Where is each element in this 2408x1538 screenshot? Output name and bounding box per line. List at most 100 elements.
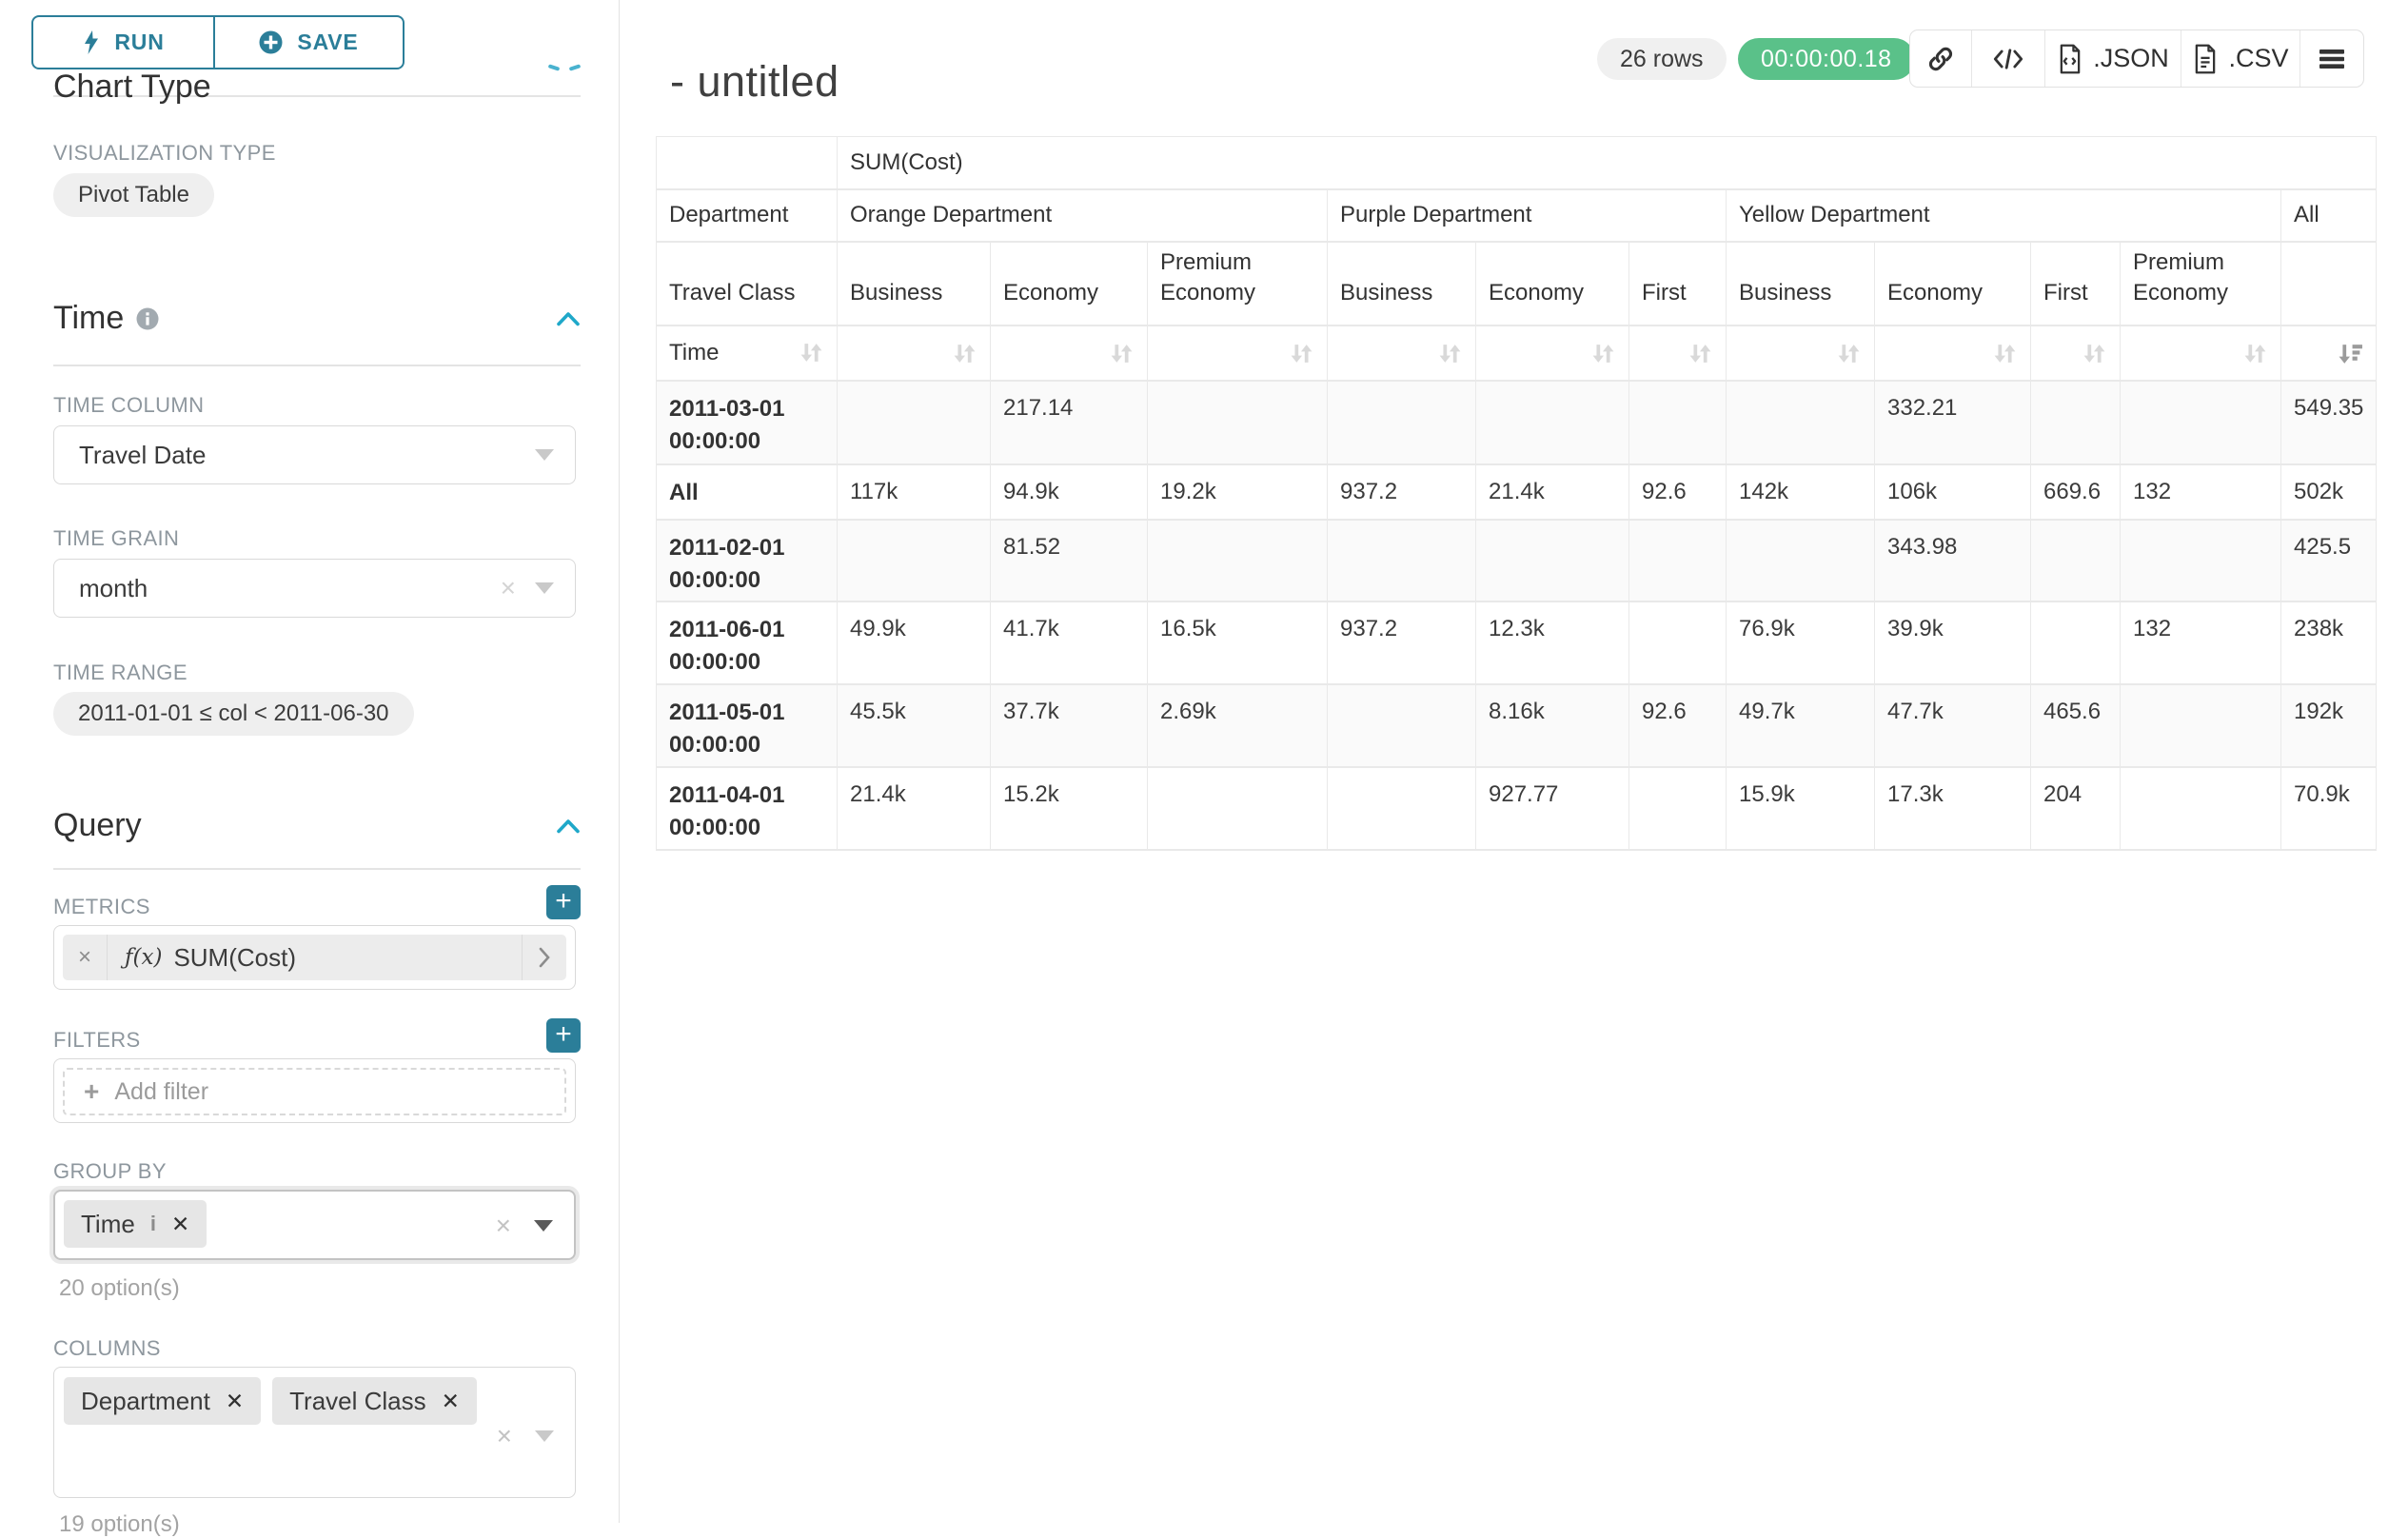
run-button[interactable]: RUN — [31, 15, 215, 69]
pivot-cell: 19.2k — [1148, 464, 1328, 520]
chevron-down-icon[interactable] — [534, 1220, 553, 1232]
table-row: 2011-04-01 00:00:0021.4k15.2k927.7715.9k… — [657, 767, 2377, 850]
menu-button[interactable] — [2299, 30, 2363, 87]
metric-item[interactable]: × ƒ(x) SUM(Cost) — [63, 935, 566, 980]
time-dimension-cell: Time — [669, 340, 824, 366]
chevron-down-icon[interactable] — [535, 1430, 554, 1442]
add-filter-button[interactable]: + — [546, 1018, 581, 1053]
export-json-button[interactable]: .JSON — [2044, 30, 2181, 87]
remove-chip-icon[interactable]: ✕ — [226, 1389, 244, 1414]
info-icon[interactable]: i — [150, 1212, 156, 1236]
hamburger-icon — [2318, 48, 2346, 70]
sort-cell — [2031, 325, 2121, 381]
pivot-cell: 2.69k — [1148, 684, 1328, 767]
csv-file-icon — [2192, 44, 2219, 74]
time-column-select[interactable]: Travel Date — [53, 425, 576, 484]
chip-label: Travel Class — [289, 1387, 426, 1416]
columns-select[interactable]: Department ✕ Travel Class ✕ × — [53, 1367, 576, 1498]
clear-icon[interactable]: × — [497, 1423, 512, 1449]
share-link-button[interactable] — [1910, 30, 1971, 87]
view-query-button[interactable] — [1971, 30, 2044, 87]
time-range-value[interactable]: 2011-01-01 ≤ col < 2011-06-30 — [53, 692, 414, 736]
class-header-cell — [2281, 242, 2377, 325]
row-label-cell: 2011-02-01 00:00:00 — [657, 520, 838, 601]
sort-toggle-icon[interactable] — [1590, 341, 1616, 366]
pivot-cell — [1629, 381, 1727, 464]
sort-toggle-icon[interactable] — [952, 341, 977, 366]
group-by-options-hint: 20 option(s) — [59, 1275, 180, 1302]
pivot-cell: 49.9k — [838, 601, 991, 684]
pivot-cell: 49.7k — [1727, 684, 1875, 767]
pivot-cell: 669.6 — [2031, 464, 2121, 520]
selected-chip[interactable]: Timei✕ — [64, 1200, 207, 1248]
time-section-title: Time — [53, 300, 124, 337]
sort-toggle-icon[interactable] — [1289, 341, 1314, 366]
filters-label: FILTERS — [53, 1028, 141, 1053]
sort-cell — [2281, 325, 2377, 381]
pivot-cell: 549.35 — [2281, 381, 2377, 464]
sort-toggle-icon[interactable] — [799, 340, 824, 365]
clear-icon[interactable]: × — [496, 1213, 511, 1239]
pivot-cell — [2031, 520, 2121, 601]
remove-chip-icon[interactable]: ✕ — [442, 1389, 460, 1414]
pivot-cell: 76.9k — [1727, 601, 1875, 684]
pivot-cell — [2121, 684, 2281, 767]
clear-icon[interactable]: × — [501, 575, 516, 601]
sort-cell — [2121, 325, 2281, 381]
row-label-cell: 2011-03-01 00:00:00 — [657, 381, 838, 464]
time-grain-select[interactable]: month × — [53, 559, 576, 618]
pivot-cell — [838, 381, 991, 464]
expand-metric-button[interactable] — [522, 935, 566, 980]
pivot-cell — [838, 520, 991, 601]
table-row: 2011-05-01 00:00:0045.5k37.7k2.69k8.16k9… — [657, 684, 2377, 767]
pivot-cell: 343.98 — [1875, 520, 2031, 601]
pivot-cell: 937.2 — [1328, 464, 1476, 520]
visualization-type-value[interactable]: Pivot Table — [53, 173, 214, 217]
chart-title[interactable]: - untitled — [670, 57, 839, 107]
selected-chip[interactable]: Travel Class ✕ — [272, 1377, 477, 1425]
pivot-cell: 217.14 — [991, 381, 1148, 464]
remove-metric-icon[interactable]: × — [63, 935, 108, 980]
collapse-chevron-icon[interactable] — [556, 310, 581, 327]
sort-toggle-icon[interactable] — [2082, 341, 2107, 366]
remove-chip-icon[interactable]: ✕ — [171, 1212, 189, 1237]
chart-panel: - untitled 26 rows 00:00:00.18 .JSON .CS… — [621, 0, 2408, 1523]
class-header-cell: Premium Economy — [2121, 242, 2281, 325]
sort-toggle-icon[interactable] — [1836, 341, 1862, 366]
sort-cell — [838, 325, 991, 381]
pivot-cell: 16.5k — [1148, 601, 1328, 684]
sort-toggle-icon[interactable] — [1437, 341, 1463, 366]
chart-type-heading: Chart Type — [53, 69, 211, 106]
pivot-cell: 39.9k — [1875, 601, 2031, 684]
sort-toggle-icon[interactable] — [1688, 341, 1713, 366]
collapse-chevron-icon[interactable] — [556, 818, 581, 835]
group-by-select[interactable]: Timei✕ × — [53, 1190, 576, 1260]
sort-toggle-icon[interactable] — [1109, 341, 1135, 366]
pivot-cell — [1629, 520, 1727, 601]
info-icon[interactable] — [135, 306, 160, 331]
sort-descending-icon[interactable] — [2338, 341, 2363, 366]
pivot-cell: 927.77 — [1476, 767, 1629, 850]
department-header-cell: Yellow Department — [1727, 189, 2281, 242]
sort-toggle-icon[interactable] — [2242, 341, 2268, 366]
table-row: DepartmentOrange DepartmentPurple Depart… — [657, 189, 2377, 242]
pivot-cell: 94.9k — [991, 464, 1148, 520]
pivot-cell: 502k — [2281, 464, 2377, 520]
pivot-table: SUM(Cost)DepartmentOrange DepartmentPurp… — [656, 136, 2377, 851]
chip-label: Department — [81, 1387, 210, 1416]
chevron-down-icon — [535, 449, 554, 461]
pivot-cell: 192k — [2281, 684, 2377, 767]
pivot-cell: 8.16k — [1476, 684, 1629, 767]
columns-label: COLUMNS — [53, 1336, 161, 1361]
pivot-cell: 465.6 — [2031, 684, 2121, 767]
table-row: 2011-03-01 00:00:00217.14332.21549.35 — [657, 381, 2377, 464]
add-filter-dropzone[interactable]: + Add filter — [63, 1068, 566, 1115]
save-button[interactable]: SAVE — [213, 15, 405, 69]
selected-chip[interactable]: Department ✕ — [64, 1377, 261, 1425]
sort-cell — [1328, 325, 1476, 381]
add-metric-button[interactable]: + — [546, 885, 581, 919]
export-csv-button[interactable]: .CSV — [2181, 30, 2299, 87]
sort-toggle-icon[interactable] — [1992, 341, 2018, 366]
section-divider — [53, 868, 581, 870]
pivot-cell: 81.52 — [991, 520, 1148, 601]
